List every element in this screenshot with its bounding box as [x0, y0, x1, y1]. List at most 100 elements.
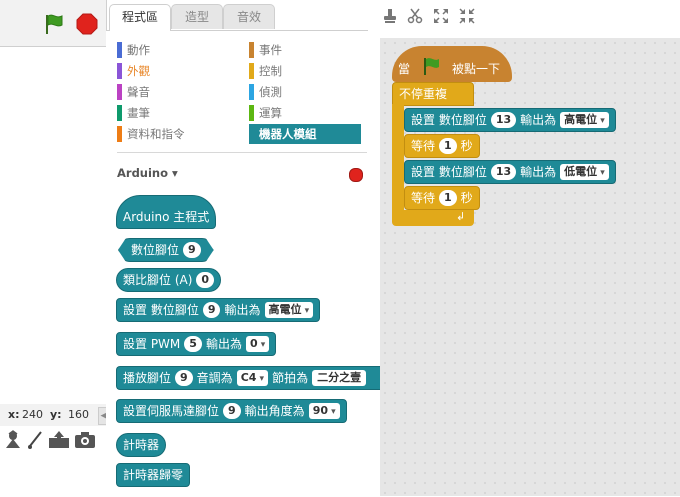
shrink-icon[interactable]: [459, 8, 475, 24]
block-digital-pin[interactable]: 數位腳位 9: [118, 238, 214, 262]
block-timer[interactable]: 計時器: [116, 433, 167, 457]
sprite-library-icon[interactable]: [4, 430, 22, 450]
category-sensing[interactable]: 偵測: [249, 82, 361, 102]
x-value: 240: [22, 408, 43, 421]
category-label: 控制: [259, 64, 282, 78]
block-label: 等待: [411, 191, 436, 205]
level-dropdown[interactable]: 低電位: [560, 164, 609, 180]
angle-dropdown[interactable]: 90: [308, 403, 340, 419]
tab-scripts[interactable]: 程式區: [109, 4, 171, 31]
grow-icon[interactable]: [433, 8, 449, 24]
pin-number-input[interactable]: 9: [175, 370, 193, 386]
loop-arrow-icon: ↲: [456, 210, 466, 223]
category-events[interactable]: 事件: [249, 40, 361, 60]
stage-header: [0, 0, 106, 47]
pin-number-input[interactable]: 5: [184, 336, 202, 352]
upload-sprite-icon[interactable]: [48, 430, 70, 450]
block-label: 不停重複: [399, 87, 448, 101]
extension-menu[interactable]: Arduino ▾: [117, 166, 178, 180]
category-color-swatch: [249, 42, 254, 58]
category-color-swatch: [249, 105, 254, 121]
block-wait-1[interactable]: 等待 1 秒: [404, 134, 480, 158]
block-label: Arduino 主程式: [123, 210, 210, 224]
level-dropdown[interactable]: 高電位: [560, 112, 609, 128]
block-label: 等待: [411, 139, 436, 153]
category-label: 動作: [127, 43, 150, 57]
category-label: 運算: [259, 106, 282, 120]
block-label: 類比腳位 (A): [123, 273, 193, 287]
seconds-input[interactable]: 1: [439, 190, 457, 206]
category-robots[interactable]: 機器人模組: [249, 124, 361, 144]
category-label: 偵測: [259, 85, 282, 99]
block-analog-pin[interactable]: 類比腳位 (A) 0: [116, 268, 222, 292]
category-color-swatch: [249, 84, 254, 100]
camera-icon[interactable]: [74, 431, 96, 449]
block-label: 數位腳位: [131, 243, 180, 257]
category-sound[interactable]: 聲音: [117, 82, 237, 102]
block-when-flag-clicked[interactable]: 當 被點一下: [392, 46, 512, 82]
category-color-swatch: [117, 42, 122, 58]
category-label: 外觀: [127, 64, 150, 78]
seconds-input[interactable]: 1: [439, 138, 457, 154]
green-flag-icon[interactable]: [44, 13, 64, 35]
block-wait-2[interactable]: 等待 1 秒: [404, 186, 480, 210]
block-label: 輸出角度為: [244, 404, 305, 418]
block-label: 音調為: [196, 371, 233, 385]
pin-number-input[interactable]: 9: [223, 403, 241, 419]
block-label: 設置 數位腳位: [411, 113, 487, 127]
category-pen[interactable]: 畫筆: [117, 103, 237, 123]
block-label: 計時器: [123, 438, 160, 452]
pwm-value-dropdown[interactable]: 0: [245, 336, 270, 352]
block-arduino-program[interactable]: Arduino 主程式: [116, 195, 217, 229]
stage-canvas[interactable]: [0, 47, 106, 403]
block-label: 計時器歸零: [123, 468, 184, 482]
pin-number-input[interactable]: 9: [183, 242, 201, 258]
category-data[interactable]: 資料和指令: [117, 124, 237, 144]
category-operators[interactable]: 運算: [249, 103, 361, 123]
category-color-swatch: [117, 84, 122, 100]
pin-number-input[interactable]: 9: [202, 302, 221, 318]
green-flag-icon: [424, 58, 439, 75]
category-color-swatch: [117, 63, 122, 79]
category-looks[interactable]: 外觀: [117, 61, 237, 81]
pin-number-input[interactable]: 13: [490, 112, 517, 128]
category-color-swatch: [117, 105, 122, 121]
delete-scissors-icon[interactable]: [407, 8, 423, 24]
pin-number-input[interactable]: 13: [490, 164, 517, 180]
block-set-servo[interactable]: 設置伺服馬達腳位 9 輸出角度為 90: [116, 399, 347, 423]
note-dropdown[interactable]: C4: [236, 370, 269, 386]
block-label: 當: [398, 62, 411, 76]
stop-icon[interactable]: [76, 13, 98, 35]
block-label: 節拍為: [272, 371, 309, 385]
block-set-digital-pin-low[interactable]: 設置 數位腳位 13 輸出為 低電位: [404, 160, 616, 184]
block-label: 輸出為: [205, 337, 242, 351]
block-label: 設置伺服馬達腳位: [123, 404, 220, 418]
x-label: x:: [8, 408, 20, 421]
block-label: 被點一下: [452, 62, 501, 76]
block-label: 設置 PWM: [123, 337, 181, 351]
category-motion[interactable]: 動作: [117, 40, 237, 60]
block-label: 秒: [460, 139, 473, 153]
block-set-pwm[interactable]: 設置 PWM 5 輸出為 0: [116, 332, 277, 356]
category-label: 機器人模組: [259, 127, 317, 141]
block-reset-timer[interactable]: 計時器歸零: [116, 463, 191, 487]
block-forever[interactable]: 不停重複: [392, 82, 474, 106]
palette-divider: [117, 152, 367, 153]
block-label: 設置 數位腳位: [123, 303, 199, 317]
scripts-area[interactable]: [380, 38, 680, 496]
block-set-digital-pin[interactable]: 設置 數位腳位 9 輸出為 高電位: [116, 298, 321, 322]
block-label: 播放腳位: [123, 371, 172, 385]
sprite-list-area: [0, 454, 106, 496]
tab-costumes[interactable]: 造型: [171, 4, 223, 29]
block-play-tone[interactable]: 播放腳位 9 音調為 C4 節拍為 二分之壹: [116, 366, 380, 390]
block-set-digital-pin-high[interactable]: 設置 數位腳位 13 輸出為 高電位: [404, 108, 616, 132]
beat-dropdown[interactable]: 二分之壹: [312, 370, 367, 386]
block-label: 設置 數位腳位: [411, 165, 487, 179]
tab-sounds[interactable]: 音效: [223, 4, 275, 29]
connection-status-indicator: [349, 168, 363, 182]
paint-brush-icon[interactable]: [26, 430, 44, 450]
level-dropdown[interactable]: 高電位: [264, 302, 314, 318]
pin-number-input[interactable]: 0: [196, 272, 215, 288]
duplicate-stamp-icon[interactable]: [383, 8, 397, 24]
category-control[interactable]: 控制: [249, 61, 361, 81]
